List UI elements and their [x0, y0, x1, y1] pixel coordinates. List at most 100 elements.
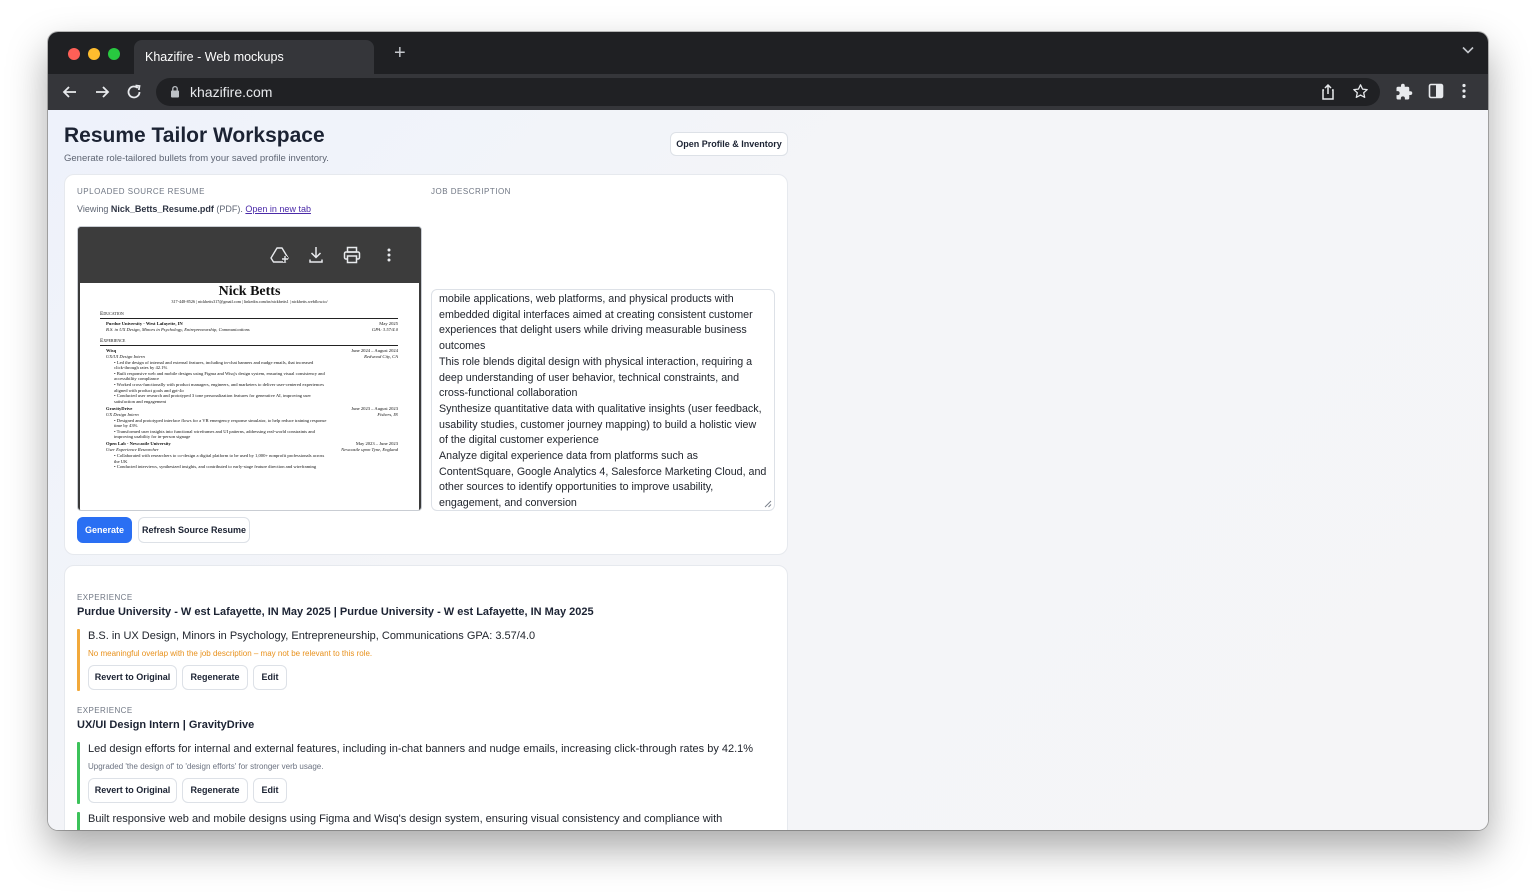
- resume-location: Fishers, IN: [377, 411, 398, 417]
- result-bullet: B.S. in UX Design, Minors in Psychology,…: [88, 630, 536, 642]
- resume-bullet-line: click-through rates by 42.1%: [114, 365, 168, 371]
- resume-bullet-line: • Built responsive web and mobile design…: [114, 370, 325, 376]
- extensions-icon[interactable]: [1395, 83, 1413, 101]
- source-section-label: UPLOADED SOURCE RESUME: [77, 187, 205, 196]
- resume-page: Nick Betts 317-448-8526 | nickbetts317@g…: [80, 283, 419, 510]
- file-type: (PDF).: [213, 204, 246, 214]
- result-note: No meaningful overlap with the job descr…: [88, 649, 373, 658]
- jd-paragraph: This role blends digital design with phy…: [439, 355, 753, 400]
- pdf-viewer[interactable]: Nick Betts 317-448-8526 | nickbetts317@g…: [77, 226, 422, 511]
- resume-bullet-line: • Collaborated with researchers to co-de…: [114, 453, 325, 458]
- open-new-tab-link[interactable]: Open in new tab: [245, 204, 311, 214]
- minimize-window-button[interactable]: [88, 48, 100, 60]
- lock-icon: [171, 85, 179, 98]
- input-card: UPLOADED SOURCE RESUME JOB DESCRIPTION V…: [64, 174, 788, 555]
- resume-location: Newcastle upon Tyne, England: [341, 447, 398, 453]
- file-name: Nick_Betts_Resume.pdf: [110, 204, 214, 214]
- resume-role: UX Design Intern: [106, 411, 139, 417]
- resume-dates: June 2023 – August 2023: [351, 405, 398, 411]
- resume-job-role: UX/UI Design Intern Redwood City, CA: [106, 354, 398, 359]
- gpa: GPA: 3.57/4.0: [371, 327, 398, 332]
- tab-search-icon[interactable]: [1462, 46, 1474, 54]
- resume-bullet-line: • Designed and prototyped interface flow…: [114, 417, 327, 423]
- resume-bullet-line: the UK: [114, 458, 128, 464]
- jd-paragraph: Analyze digital experience data from pla…: [439, 450, 767, 510]
- close-window-button[interactable]: [68, 48, 80, 60]
- resume-role: UX/UI Design Intern: [106, 353, 145, 359]
- resume-dates: June 2024 – August 2024: [351, 348, 398, 353]
- side-panel-icon[interactable]: [1428, 83, 1444, 99]
- resize-grip-icon[interactable]: [764, 500, 772, 508]
- experience-heading: Experience: [100, 338, 126, 344]
- resume-bullet-line: accessibility compliance: [114, 376, 160, 382]
- results-card: EXPERIENCE Purdue University - W est Laf…: [64, 565, 788, 830]
- generate-button[interactable]: Generate: [77, 517, 132, 543]
- resume-job-header: Wisq June 2024 – August 2024: [106, 348, 398, 353]
- job-description-textarea[interactable]: mobile applications, web platforms, and …: [431, 289, 775, 511]
- browser-tab[interactable]: Khazifire - Web mockups: [134, 40, 374, 74]
- tab-bar: Khazifire - Web mockups +: [48, 32, 1488, 74]
- download-icon[interactable]: [308, 246, 324, 264]
- relevance-bar: [77, 629, 80, 691]
- resume-job-header: GravityDrive June 2023 – August 2023: [106, 406, 398, 411]
- result-bullet: Built responsive web and mobile designs …: [88, 813, 723, 825]
- education-heading: Education: [100, 311, 124, 317]
- regenerate-button[interactable]: Regenerate: [182, 665, 248, 690]
- divider: [100, 318, 398, 319]
- divider: [100, 345, 398, 346]
- jd-paragraph: Synthesize quantitative data with qualit…: [439, 402, 762, 447]
- bookmark-star-icon[interactable]: [1352, 83, 1369, 100]
- refresh-source-button[interactable]: Refresh Source Resume: [138, 517, 250, 543]
- result-note: Upgraded 'the design of' to 'design effo…: [88, 762, 324, 771]
- resume-bullet-line: satisfaction and engagement: [114, 398, 167, 404]
- jd-paragraph: mobile applications, web platforms, and …: [439, 293, 753, 353]
- resume-bullet-line: • Led the design of internal and externa…: [114, 359, 314, 365]
- page-content: Resume Tailor Workspace Generate role-ta…: [48, 110, 1488, 830]
- pdf-more-icon[interactable]: [386, 246, 392, 264]
- url-text: khazifire.com: [190, 84, 273, 100]
- degree-row: B.S. in UX Design, Minors in Psychology,…: [106, 327, 398, 332]
- result-label: EXPERIENCE: [77, 593, 133, 602]
- resume-bullet-line: • Conducted user research and prototyped…: [114, 393, 311, 399]
- regenerate-button[interactable]: Regenerate: [182, 778, 248, 803]
- resume-job-role: UX Design Intern Fishers, IN: [106, 412, 398, 417]
- school-date: May 2025: [379, 321, 398, 326]
- resume-contact: 317-448-8526 | nickbetts317@gmail.com | …: [171, 299, 328, 304]
- resume-bullet-line: improving usability for in-person signag…: [114, 434, 191, 440]
- new-tab-button[interactable]: +: [394, 43, 406, 63]
- school: Purdue University - West Lafayette, IN: [106, 321, 183, 326]
- edit-button[interactable]: Edit: [253, 665, 287, 690]
- page-title: Resume Tailor Workspace: [64, 124, 325, 147]
- result-title: Purdue University - W est Lafayette, IN …: [77, 606, 594, 618]
- browser-window: Khazifire - Web mockups + khazifire.com: [48, 32, 1488, 830]
- resume-job-header: Open Lab - Newcastle University May 2023 …: [106, 441, 398, 446]
- address-bar[interactable]: khazifire.com: [156, 78, 1380, 106]
- resume-bullet-line: • Conducted interviews, synthesized insi…: [114, 464, 317, 470]
- resume-location: Redwood City, CA: [364, 353, 398, 359]
- tab-title: Khazifire - Web mockups: [145, 50, 284, 64]
- edit-button[interactable]: Edit: [253, 778, 287, 803]
- result-title: UX/UI Design Intern | GravityDrive: [77, 719, 255, 731]
- open-profile-button[interactable]: Open Profile & Inventory: [670, 132, 788, 156]
- browser-toolbar: khazifire.com: [48, 74, 1488, 110]
- forward-icon[interactable]: [93, 83, 111, 101]
- reload-icon[interactable]: [125, 83, 143, 101]
- share-icon[interactable]: [1320, 83, 1336, 101]
- print-icon[interactable]: [343, 246, 361, 264]
- add-to-drive-icon[interactable]: [270, 246, 290, 264]
- more-menu-icon[interactable]: [1461, 83, 1467, 99]
- back-icon[interactable]: [61, 83, 79, 101]
- revert-button[interactable]: Revert to Original: [88, 665, 177, 690]
- revert-button[interactable]: Revert to Original: [88, 778, 177, 803]
- pdf-toolbar: [78, 227, 421, 283]
- maximize-window-button[interactable]: [108, 48, 120, 60]
- resume-company: GravityDrive: [106, 405, 133, 411]
- viewing-prefix: Viewing: [77, 204, 111, 214]
- resume-bullet-line: aligned with product goals and gpt-4o: [114, 387, 184, 393]
- degree: B.S. in UX Design, Minors in Psychology,…: [106, 327, 250, 332]
- result-bullet: Led design efforts for internal and exte…: [88, 743, 754, 755]
- resume-bullet-line: time by 43%: [114, 423, 138, 429]
- resume-name: Nick Betts: [218, 284, 281, 299]
- relevance-bar: [77, 742, 80, 804]
- resume-bullet-line: • Worked cross-functionally with product…: [114, 382, 324, 387]
